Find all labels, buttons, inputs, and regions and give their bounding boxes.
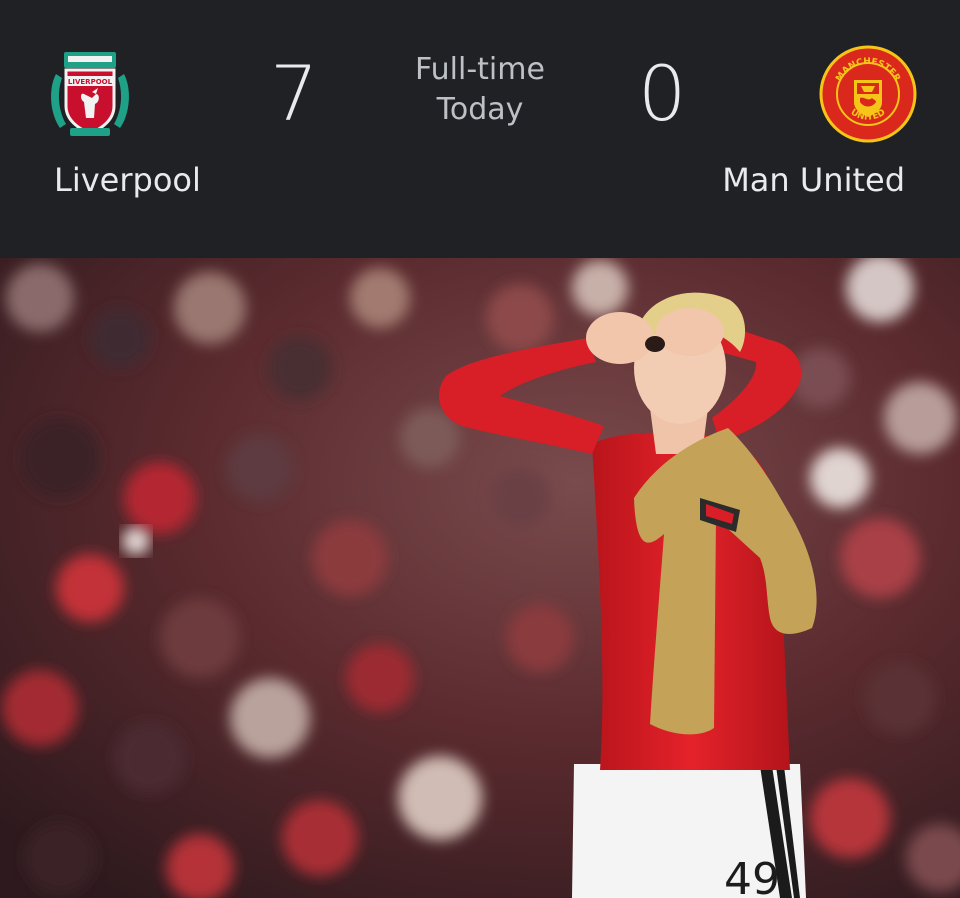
score-card[interactable]: LIVERPOOL 7 Full-time Today 0 MANCHESTER…	[0, 0, 960, 258]
home-team-name[interactable]: Liverpool	[54, 158, 201, 202]
match-status-date: Today	[436, 92, 524, 127]
manchester-united-crest-icon: MANCHESTER UNITED	[818, 44, 918, 144]
match-screen: LIVERPOOL 7 Full-time Today 0 MANCHESTER…	[0, 0, 960, 898]
home-score: 7	[270, 49, 319, 138]
match-status: Full-time Today	[380, 50, 580, 130]
player-celebration-photo: 49	[0, 258, 960, 898]
shirt-number: 49	[724, 854, 780, 898]
crest-text: LIVERPOOL	[68, 78, 113, 86]
liverpool-crest-icon: LIVERPOOL	[40, 44, 140, 144]
away-team-name[interactable]: Man United	[722, 158, 905, 202]
away-score: 0	[638, 49, 687, 138]
match-status-result: Full-time	[415, 52, 545, 87]
